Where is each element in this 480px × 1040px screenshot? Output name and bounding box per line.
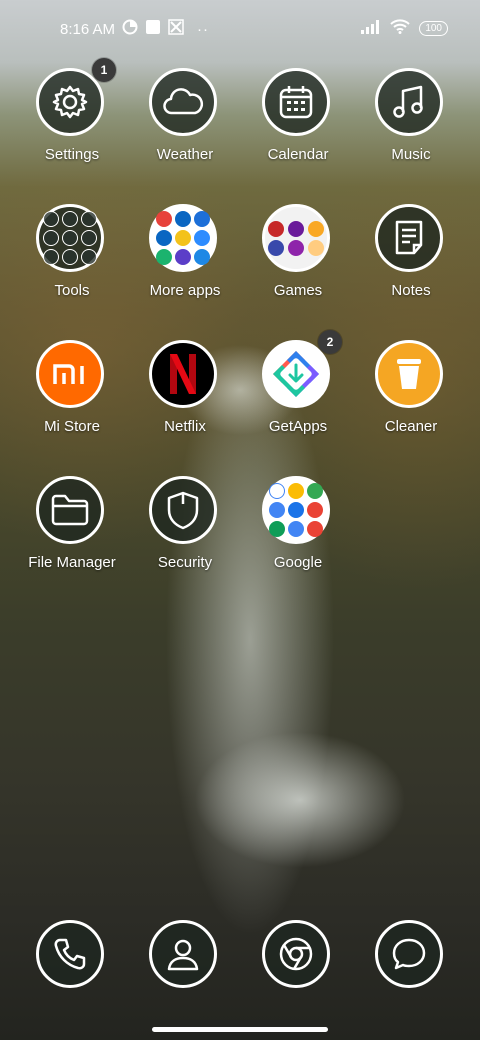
folder-games[interactable]: Games <box>242 200 354 320</box>
mini-app-icon <box>81 230 97 246</box>
calendar-icon <box>262 68 330 136</box>
mini-app-icon <box>43 230 59 246</box>
folder-label: Google <box>273 554 323 571</box>
notification-badge: 1 <box>92 58 116 82</box>
mini-app-icon <box>43 211 59 227</box>
app-label: Music <box>391 146 431 163</box>
app-label: Notes <box>391 282 431 299</box>
folder-tools[interactable]: Tools <box>16 200 128 320</box>
shield-icon <box>149 476 217 544</box>
mini-app-icon <box>156 230 172 246</box>
folder-more-apps[interactable]: More apps <box>129 200 241 320</box>
status-bar: 8:16 AM ·· 100 <box>0 0 480 56</box>
app-file-manager[interactable]: File Manager <box>16 472 128 592</box>
phone-icon <box>36 920 104 988</box>
getapps-logo <box>262 340 330 408</box>
mini-app-icon <box>267 220 284 237</box>
battery-icon: 100 <box>419 21 448 36</box>
mini-app-icon <box>288 483 304 499</box>
mini-app-icon <box>307 502 323 518</box>
mini-app-icon <box>269 483 285 499</box>
folder-icon <box>36 476 104 544</box>
folder-grid-icon <box>36 204 104 272</box>
mini-app-icon <box>175 211 191 227</box>
home-indicator[interactable] <box>152 1027 328 1032</box>
data-saver-icon <box>122 19 138 39</box>
mini-app-icon <box>287 239 304 256</box>
app-mi-store[interactable]: Mi Store <box>16 336 128 456</box>
gear-icon <box>36 68 104 136</box>
dock-messages[interactable] <box>355 916 467 996</box>
mini-app-icon <box>156 211 172 227</box>
folder-grid-icon <box>262 204 330 272</box>
folder-grid-icon <box>149 204 217 272</box>
mini-app-icon <box>175 249 191 265</box>
mi-logo <box>36 340 104 408</box>
app-cleaner[interactable]: Cleaner <box>355 336 467 456</box>
trash-can-icon <box>375 340 443 408</box>
mini-app-icon <box>43 249 59 265</box>
app-notes[interactable]: Notes <box>355 200 467 320</box>
mini-app-icon <box>62 249 78 265</box>
app-calendar[interactable]: Calendar <box>242 64 354 184</box>
signal-icon <box>361 19 381 38</box>
app-getapps[interactable]: 2 GetApps <box>242 330 354 456</box>
music-note-icon <box>375 68 443 136</box>
cloud-icon <box>149 68 217 136</box>
mini-app-icon <box>307 521 323 537</box>
mini-app-icon <box>269 502 285 518</box>
mini-app-icon <box>288 521 304 537</box>
mini-app-icon <box>194 230 210 246</box>
dock-chrome[interactable] <box>242 916 354 996</box>
mini-app-icon <box>307 239 324 256</box>
mini-app-icon <box>287 220 304 237</box>
chat-bubble-icon <box>375 920 443 988</box>
square-notification-icon <box>145 19 161 39</box>
mini-app-icon <box>288 502 304 518</box>
chrome-icon <box>262 920 330 988</box>
clock: 8:16 AM <box>60 20 116 38</box>
app-weather[interactable]: Weather <box>129 64 241 184</box>
app-music[interactable]: Music <box>355 64 467 184</box>
mini-app-icon <box>81 249 97 265</box>
note-icon <box>375 204 443 272</box>
overflow-dots: ·· <box>197 20 210 38</box>
app-settings[interactable]: 1 Settings <box>16 58 128 184</box>
app-security[interactable]: Security <box>129 472 241 592</box>
mini-app-icon <box>269 521 285 537</box>
folder-grid-icon <box>262 476 330 544</box>
mini-app-icon <box>307 483 323 499</box>
dock-contacts[interactable] <box>129 916 241 996</box>
mini-app-icon <box>156 249 172 265</box>
mini-app-icon <box>175 230 191 246</box>
mini-app-icon <box>267 239 284 256</box>
person-icon <box>149 920 217 988</box>
cross-notification-icon <box>168 19 184 39</box>
mini-app-icon <box>194 211 210 227</box>
mini-app-icon <box>307 220 324 237</box>
wifi-icon <box>390 19 411 38</box>
app-label: Cleaner <box>384 418 438 435</box>
mini-app-icon <box>62 211 78 227</box>
app-netflix[interactable]: Netflix <box>129 336 241 456</box>
netflix-logo <box>149 340 217 408</box>
notification-badge: 2 <box>318 330 342 354</box>
folder-google[interactable]: Google <box>242 472 354 592</box>
mini-app-icon <box>81 211 97 227</box>
dock-phone[interactable] <box>16 916 128 996</box>
mini-app-icon <box>62 230 78 246</box>
mini-app-icon <box>194 249 210 265</box>
